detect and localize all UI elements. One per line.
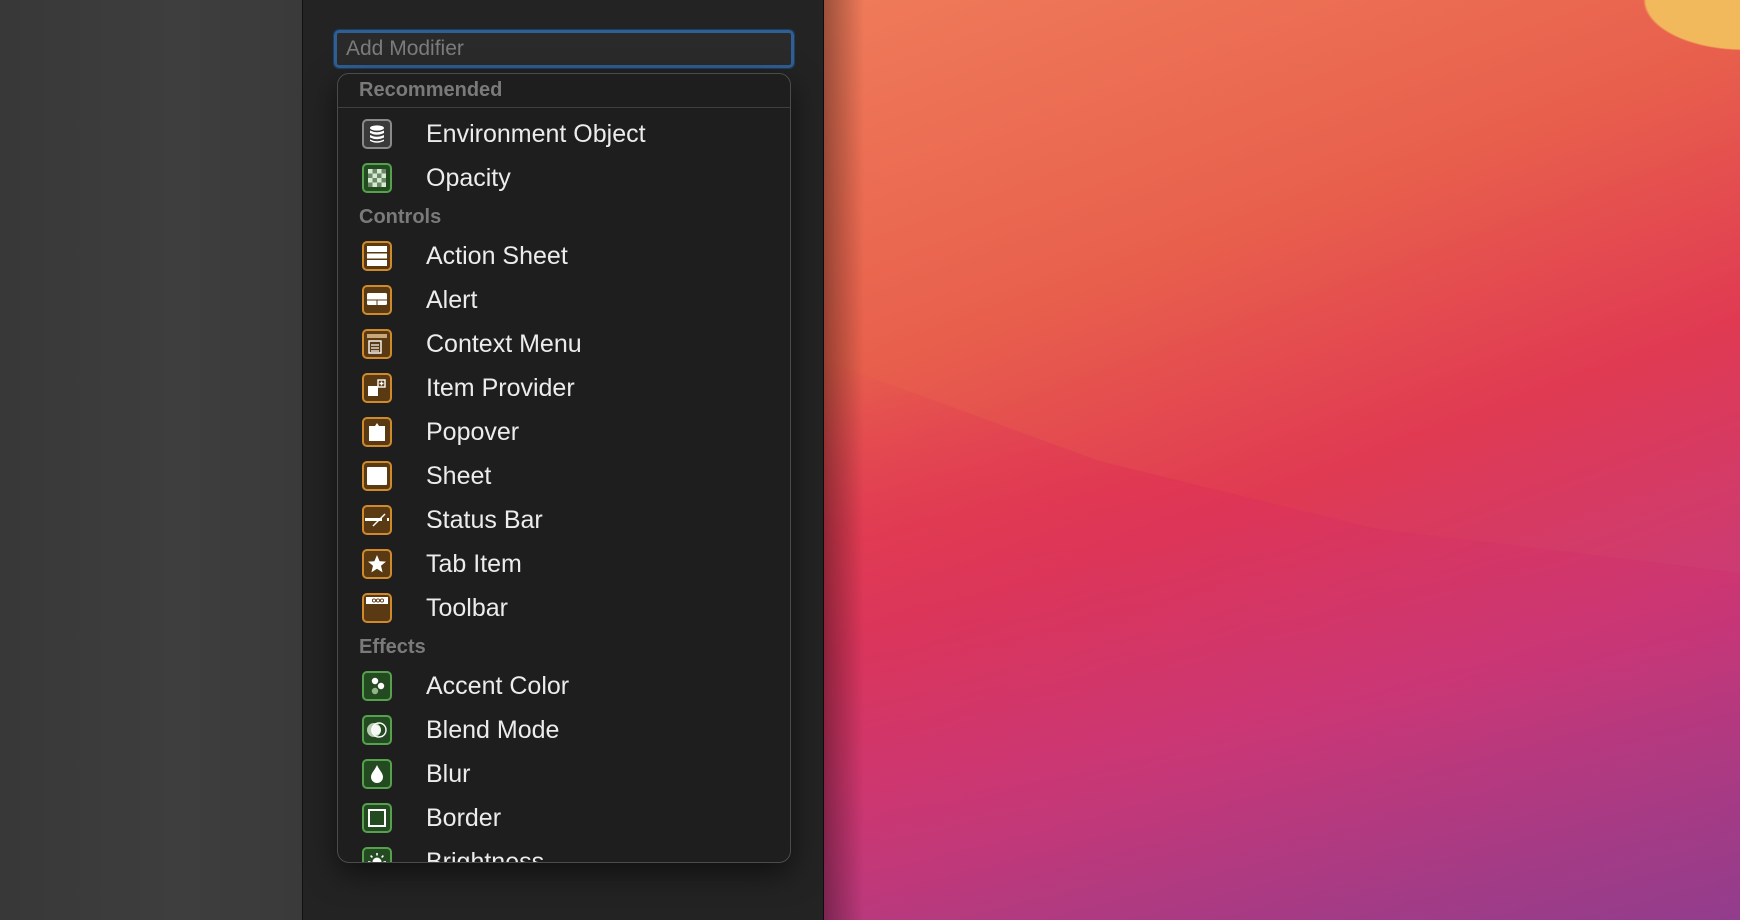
window-shadow xyxy=(824,0,864,920)
alert-icon xyxy=(362,285,392,315)
section-header-controls: Controls xyxy=(359,206,442,228)
list-item-blend-mode[interactable]: Blend Mode xyxy=(338,708,790,752)
list-item-environment-object[interactable]: Environment Object xyxy=(338,112,790,156)
desktop: Recommended Environment Object xyxy=(0,0,1740,920)
list-item-label: Border xyxy=(426,804,502,832)
checkerboard-icon xyxy=(362,163,392,193)
add-modifier-input[interactable] xyxy=(337,33,791,65)
list-item-label: Alert xyxy=(426,286,478,314)
left-sidebar xyxy=(0,0,303,920)
database-icon xyxy=(362,119,392,149)
blend-mode-icon xyxy=(362,715,392,745)
list-item-label: Environment Object xyxy=(426,120,646,148)
list-item-label: Blend Mode xyxy=(426,716,560,744)
list-item-sheet[interactable]: Sheet xyxy=(338,454,790,498)
toolbar-icon xyxy=(362,593,392,623)
list-item-label: Accent Color xyxy=(426,672,570,700)
list-item-context-menu[interactable]: Context Menu xyxy=(338,322,790,366)
list-item-tab-item[interactable]: Tab Item xyxy=(338,542,790,586)
section-header-effects: Effects xyxy=(359,636,426,658)
list-item-label: Action Sheet xyxy=(426,242,568,270)
list-item-item-provider[interactable]: Item Provider xyxy=(338,366,790,410)
list-item-border[interactable]: Border xyxy=(338,796,790,840)
drop-icon xyxy=(362,759,392,789)
action-sheet-icon xyxy=(362,241,392,271)
list-item-opacity[interactable]: Opacity xyxy=(338,156,790,200)
item-provider-icon xyxy=(362,373,392,403)
list-item-label: Sheet xyxy=(426,462,492,490)
list-item-label: Brightness xyxy=(426,848,545,863)
sun-icon xyxy=(362,847,392,862)
context-menu-icon xyxy=(362,329,392,359)
popover-icon xyxy=(362,417,392,447)
add-modifier-field[interactable] xyxy=(333,29,795,69)
list-item-label: Tab Item xyxy=(426,550,522,578)
list-item-popover[interactable]: Popover xyxy=(338,410,790,454)
sheet-icon xyxy=(362,461,392,491)
list-item-label: Status Bar xyxy=(426,506,543,534)
accent-color-icon xyxy=(362,671,392,701)
list-item-alert[interactable]: Alert xyxy=(338,278,790,322)
list-item-action-sheet[interactable]: Action Sheet xyxy=(338,234,790,278)
list-item-status-bar[interactable]: Status Bar xyxy=(338,498,790,542)
list-item-brightness[interactable]: Brightness xyxy=(338,840,790,863)
list-item-label: Blur xyxy=(426,760,471,788)
list-item-label: Context Menu xyxy=(426,330,582,358)
list-item-toolbar[interactable]: Toolbar xyxy=(338,586,790,630)
modifier-dropdown: Recommended Environment Object Opacity C… xyxy=(337,73,791,863)
list-item-label: Toolbar xyxy=(426,594,508,622)
list-item-label: Item Provider xyxy=(426,374,575,402)
list-item-blur[interactable]: Blur xyxy=(338,752,790,796)
list-item-accent-color[interactable]: Accent Color xyxy=(338,664,790,708)
star-icon xyxy=(362,549,392,579)
list-item-label: Opacity xyxy=(426,164,511,192)
list-item-label: Popover xyxy=(426,418,520,446)
border-icon xyxy=(362,803,392,833)
section-header-recommended: Recommended xyxy=(338,74,790,108)
status-bar-icon xyxy=(362,505,392,535)
